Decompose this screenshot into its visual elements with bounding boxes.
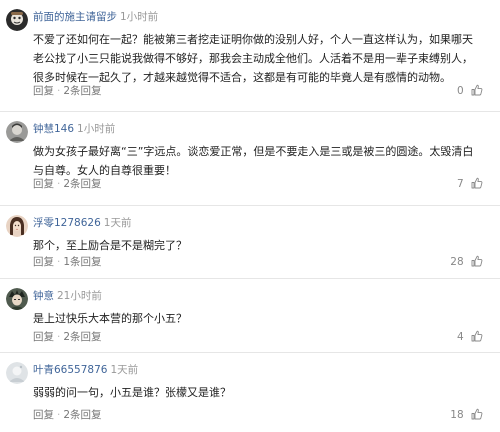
like-button[interactable]: 18	[450, 407, 483, 423]
username[interactable]: 叶青66557876	[33, 364, 107, 376]
comment-list: 前面的施主请留步 1小时前 不爱了还如何在一起？能被第三者挖走证明你做的没别人好，…	[0, 0, 500, 432]
timestamp: 1小时前	[120, 11, 159, 23]
comment-item: 前面的施主请留步 1小时前 不爱了还如何在一起？能被第三者挖走证明你做的没别人好，…	[0, 0, 500, 112]
replies-count-link[interactable]: 2条回复	[63, 409, 101, 421]
action-separator: ·	[57, 331, 61, 343]
comment-text: 做为女孩子最好离“三”字远点。谈恋爱正常，但是不要走入是三或是被三的圆途。太毁清…	[33, 145, 474, 177]
thumbs-up-icon	[471, 177, 483, 194]
replies-count-link[interactable]: 2条回复	[63, 85, 101, 97]
action-separator: ·	[57, 409, 61, 421]
avatar-photo-icon[interactable]	[6, 121, 28, 143]
replies-count-link[interactable]: 1条回复	[63, 256, 101, 268]
like-button[interactable]: 0	[457, 83, 483, 99]
comment-actions: 回复 · 2条回复	[33, 83, 102, 99]
comment-item: 浮零1278626 1天前 那个，至上励合是不是糊完了？ 回复 · 1条回复 28	[0, 206, 500, 279]
comment-meta: 钟意 21小时前	[33, 288, 102, 304]
comment-meta: 叶青66557876 1天前	[33, 362, 138, 378]
avatar-cartoon-icon[interactable]	[6, 9, 28, 31]
action-separator: ·	[57, 178, 61, 190]
thumbs-up-icon	[471, 408, 483, 425]
replies-count-link[interactable]: 2条回复	[63, 331, 101, 343]
reply-button[interactable]: 回复	[33, 85, 54, 97]
like-button[interactable]: 7	[457, 176, 483, 192]
avatar-anime-icon[interactable]	[6, 288, 28, 310]
comment-item: 钟慧146 1小时前 做为女孩子最好离“三”字远点。谈恋爱正常，但是不要走入是三或…	[0, 112, 500, 206]
like-count: 7	[456, 178, 464, 190]
comment-text: 弱弱的问一句，小五是谁？张檬又是谁？	[33, 386, 231, 399]
action-separator: ·	[57, 85, 61, 97]
username[interactable]: 钟意	[33, 290, 54, 302]
avatar-light-icon[interactable]	[6, 362, 28, 384]
like-count: 4	[456, 331, 464, 343]
username[interactable]: 浮零1278626	[33, 217, 101, 229]
thumbs-up-icon	[471, 255, 483, 272]
timestamp: 1天前	[110, 364, 139, 376]
replies-count-link[interactable]: 2条回复	[63, 178, 101, 190]
username[interactable]: 前面的施主请留步	[33, 11, 117, 23]
comment-actions: 回复 · 2条回复	[33, 176, 102, 192]
like-count: 28	[450, 256, 464, 268]
like-button[interactable]: 28	[450, 254, 483, 270]
comment-actions: 回复 · 1条回复	[33, 254, 102, 270]
like-button[interactable]: 4	[457, 329, 483, 345]
timestamp: 21小时前	[57, 290, 102, 302]
timestamp: 1小时前	[77, 123, 116, 135]
comment-actions: 回复 · 2条回复	[33, 407, 102, 423]
action-separator: ·	[57, 256, 61, 268]
comment-text: 是上过快乐大本营的那个小五？	[33, 312, 187, 325]
like-count: 18	[450, 409, 464, 421]
timestamp: 1天前	[103, 217, 132, 229]
comment-text: 那个，至上励合是不是糊完了？	[33, 239, 187, 252]
comment-item: 叶青66557876 1天前 弱弱的问一句，小五是谁？张檬又是谁？ 回复 · 2条回复…	[0, 353, 500, 432]
thumbs-up-icon	[471, 84, 483, 101]
reply-button[interactable]: 回复	[33, 256, 54, 268]
comment-actions: 回复 · 2条回复	[33, 329, 102, 345]
reply-button[interactable]: 回复	[33, 331, 54, 343]
like-count: 0	[456, 85, 464, 97]
thumbs-up-icon	[471, 330, 483, 347]
avatar-portrait-icon[interactable]	[6, 215, 28, 237]
comment-item: 钟意 21小时前 是上过快乐大本营的那个小五？ 回复 · 2条回复 4	[0, 279, 500, 353]
username[interactable]: 钟慧146	[33, 123, 74, 135]
comment-meta: 钟慧146 1小时前	[33, 121, 115, 137]
reply-button[interactable]: 回复	[33, 409, 54, 421]
comment-meta: 前面的施主请留步 1小时前	[33, 9, 158, 25]
comment-meta: 浮零1278626 1天前	[33, 215, 131, 231]
comment-text: 不爱了还如何在一起？能被第三者挖走证明你做的没别人好，个人一直这样认为，如果哪天…	[33, 33, 473, 84]
reply-button[interactable]: 回复	[33, 178, 54, 190]
